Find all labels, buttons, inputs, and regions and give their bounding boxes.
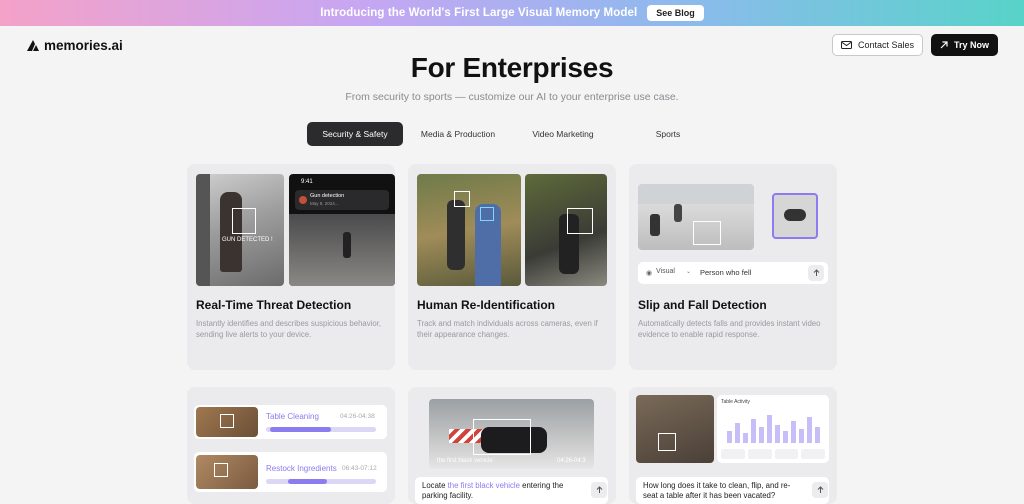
tab-sports[interactable]: Sports	[613, 122, 723, 146]
query-highlight: the first black vehicle	[447, 481, 520, 490]
logo-icon	[27, 39, 39, 51]
visual-search-bar[interactable]: ◉ Visual ⌄ Person who fell	[638, 262, 828, 284]
submit-arrow-icon[interactable]	[591, 482, 607, 498]
card-parking-vehicle[interactable]: the first black vehicle 04:26-04:3 Locat…	[408, 387, 616, 504]
chevron-down-icon: ⌄	[686, 269, 692, 275]
restaurant-cctv-image	[636, 395, 714, 463]
banner-text: Introducing the World's First Large Visu…	[320, 7, 638, 19]
eye-icon: ◉	[646, 270, 653, 277]
cctv-image: GUN DETECTED !	[196, 174, 284, 286]
gun-detected-label: GUN DETECTED !	[222, 237, 273, 243]
task-label: Restock Ingredients	[266, 464, 337, 473]
query-box[interactable]: How long does it take to clean, flip, an…	[636, 477, 829, 504]
task-progress-bar	[266, 427, 376, 432]
alert-notification: Gun detection May 9, 2024...	[295, 190, 389, 210]
task-item: Restock Ingredients 06:43-07:12	[194, 452, 387, 492]
task-time: 06:43-07:12	[342, 465, 377, 472]
office-cctv-image	[638, 184, 754, 250]
query-prefix: Locate	[422, 481, 448, 490]
submit-arrow-icon[interactable]	[812, 482, 828, 498]
vehicle-overlay-time: 04:26-04:3	[557, 458, 586, 464]
query-box[interactable]: Locate the first black vehicle entering …	[415, 477, 608, 504]
task-label: Table Cleaning	[266, 412, 319, 421]
logo[interactable]: memories.ai	[26, 38, 123, 53]
announcement-banner: Introducing the World's First Large Visu…	[0, 0, 1024, 26]
card-description: Track and match individuals across camer…	[417, 319, 598, 339]
submit-arrow-icon[interactable]	[808, 265, 824, 281]
detected-fall-thumbnail	[772, 193, 818, 239]
card-description: Instantly identifies and describes suspi…	[196, 319, 382, 339]
page-title: For Enterprises	[410, 52, 614, 83]
card-description: Automatically detects falls and provides…	[638, 319, 821, 339]
alert-subtitle: May 9, 2024...	[310, 201, 339, 206]
try-now-label: Try Now	[953, 40, 989, 50]
task-time: 04:26-04:38	[340, 413, 375, 420]
logo-text: memories.ai	[44, 37, 123, 53]
page-subtitle: From security to sports — customize our …	[345, 91, 679, 103]
tab-video-marketing[interactable]: Video Marketing	[513, 122, 613, 146]
parking-cctv-image: the first black vehicle 04:26-04:3	[429, 399, 594, 469]
query-text: Locate the first black vehicle entering …	[422, 481, 572, 501]
arrow-up-right-icon	[940, 41, 948, 49]
card-title: Slip and Fall Detection	[638, 298, 767, 312]
phone-alert-image: 9:41 Gun detection May 9, 2024...	[289, 174, 395, 286]
task-thumbnail	[196, 455, 258, 489]
contact-sales-label: Contact Sales	[857, 40, 914, 50]
visual-dropdown[interactable]: Visual	[656, 268, 675, 275]
camera-feed-1	[417, 174, 521, 286]
card-restaurant-tasks[interactable]: Table Cleaning 04:26-04:38 Restock Ingre…	[187, 387, 395, 504]
tab-media-production[interactable]: Media & Production	[403, 122, 513, 146]
card-slip-fall-detection[interactable]: ◉ Visual ⌄ Person who fell Slip and Fall…	[629, 164, 837, 370]
phone-time: 9:41	[301, 179, 313, 185]
search-query: Person who fell	[700, 268, 752, 277]
query-text: How long does it take to clean, flip, an…	[643, 481, 791, 500]
alert-title: Gun detection	[310, 193, 345, 199]
alert-icon	[299, 196, 307, 204]
mail-icon	[840, 41, 852, 49]
tab-security-safety[interactable]: Security & Safety	[307, 122, 403, 146]
task-progress-bar	[266, 479, 376, 484]
table-activity-panel: Table Activity	[717, 395, 829, 463]
card-table-activity[interactable]: Table Activity How long does it take to …	[629, 387, 837, 504]
task-thumbnail	[196, 407, 258, 437]
see-blog-button[interactable]: See Blog	[647, 5, 704, 21]
card-title: Human Re-Identification	[417, 298, 556, 312]
vehicle-overlay-label: the first black vehicle	[437, 458, 493, 464]
card-title: Real-Time Threat Detection	[196, 298, 352, 312]
panel-title: Table Activity	[721, 399, 750, 405]
activity-bar-chart	[727, 415, 820, 443]
card-human-reidentification[interactable]: Human Re-Identification Track and match …	[408, 164, 616, 370]
camera-feed-2	[525, 174, 607, 286]
use-case-tabs: Security & Safety Media & Production Vid…	[307, 122, 723, 146]
task-item: Table Cleaning 04:26-04:38	[194, 405, 387, 439]
card-threat-detection[interactable]: GUN DETECTED ! 9:41 Gun detection May 9,…	[187, 164, 395, 370]
